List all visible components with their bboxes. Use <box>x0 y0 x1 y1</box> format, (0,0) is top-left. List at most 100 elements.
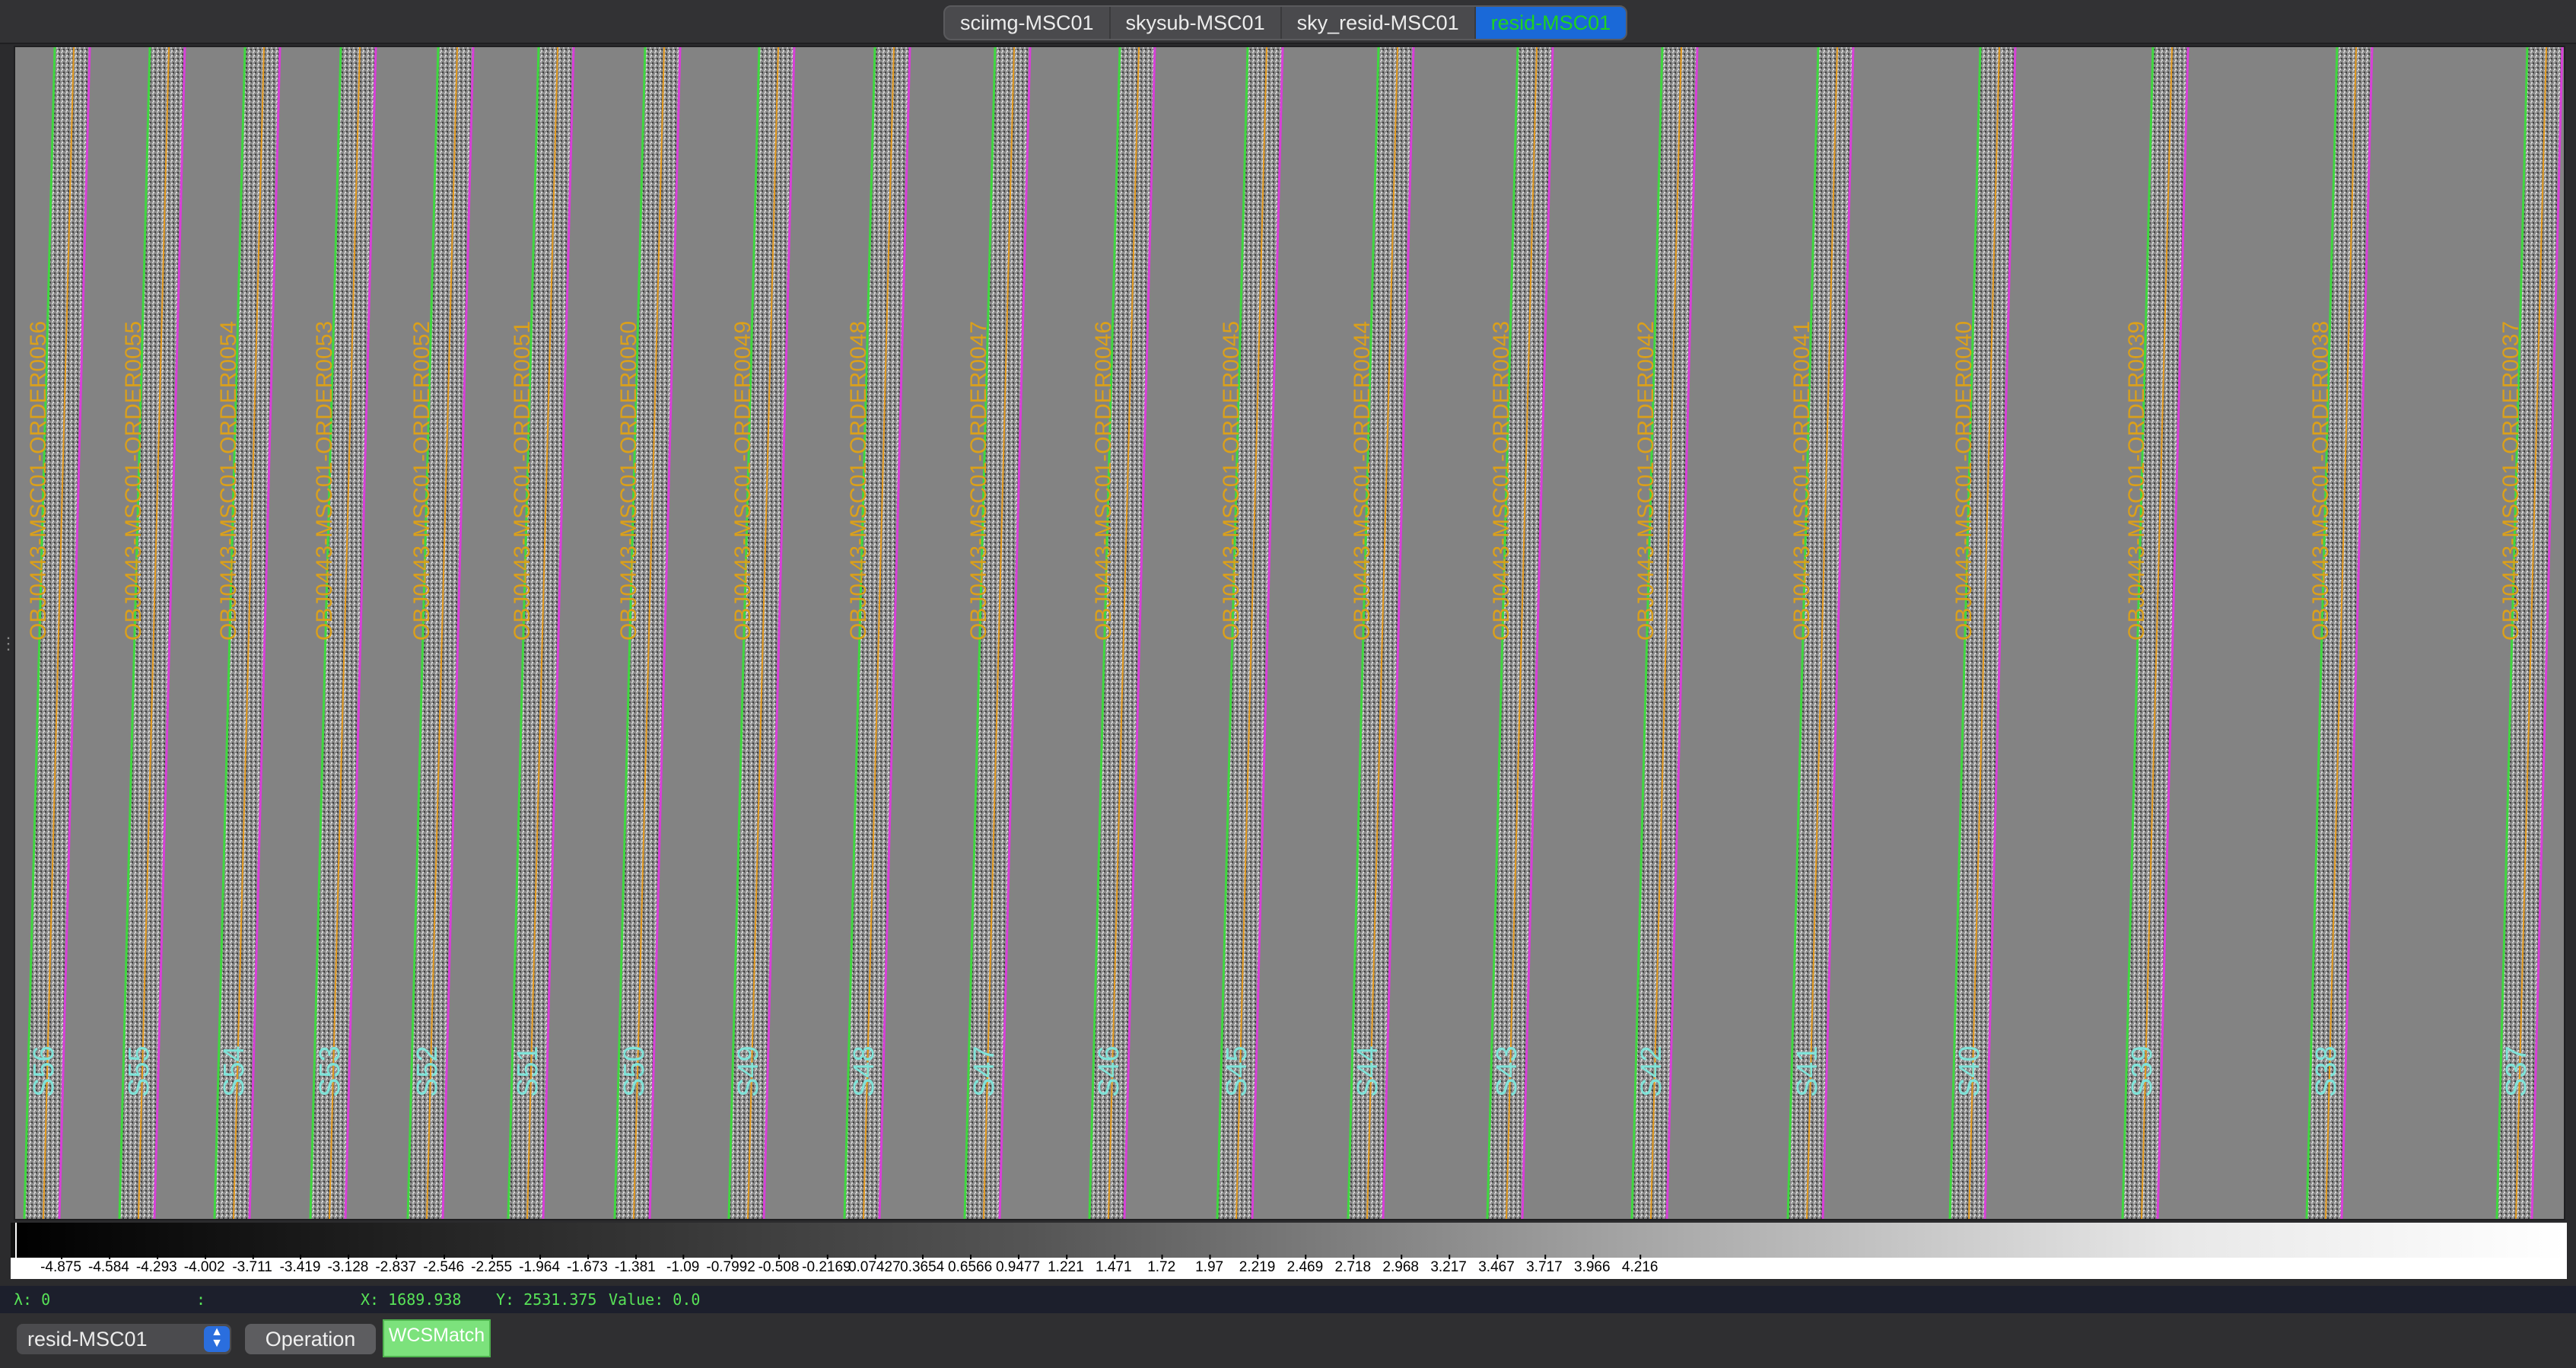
order-label: OBJ0443-MSC01-ORDER0054 <box>216 321 241 641</box>
slit-s41: OBJ0443-MSC01-ORDER0041 S41 <box>1786 47 1855 1219</box>
slit-label: S40 <box>1954 1045 1986 1097</box>
colorbar-tick-label: -2.546 <box>423 1255 464 1277</box>
image-viewer[interactable]: OBJ0443-MSC01-ORDER0056 S56 OBJ0443-MSC01-… <box>14 46 2565 1220</box>
colorbar-tick-label: 0.07427 <box>848 1255 901 1277</box>
frame-select[interactable]: resid-MSC01 ▲ ▼ <box>17 1324 231 1354</box>
slit-label: S54 <box>218 1045 250 1097</box>
order-label: OBJ0443-MSC01-ORDER0049 <box>730 321 755 641</box>
colorbar-tick-label: -4.875 <box>40 1255 81 1277</box>
colorbar-tick-label: -0.2169 <box>802 1255 851 1277</box>
status-lambda: λ: 0 <box>14 1290 51 1309</box>
slit-label: S48 <box>848 1045 880 1097</box>
colorbar-tick-label: 3.966 <box>1574 1255 1611 1277</box>
colorbar-tick-label: 1.471 <box>1096 1255 1132 1277</box>
order-label: OBJ0443-MSC01-ORDER0051 <box>510 321 535 641</box>
slit-s45: OBJ0443-MSC01-ORDER0045 S45 <box>1216 47 1284 1219</box>
slit-s40: OBJ0443-MSC01-ORDER0040 S40 <box>1948 47 2017 1219</box>
slit-s39: OBJ0443-MSC01-ORDER0039 S39 <box>2121 47 2190 1219</box>
tab-skysub[interactable]: skysub-MSC01 <box>1111 7 1282 39</box>
colorbar-tick-label: -4.002 <box>184 1255 225 1277</box>
order-label: OBJ0443-MSC01-ORDER0050 <box>616 321 641 641</box>
colorbar-tick-label: 1.221 <box>1048 1255 1084 1277</box>
colorbar-tick-label: -1.381 <box>615 1255 656 1277</box>
slit-label: S50 <box>619 1045 650 1097</box>
order-label: OBJ0443-MSC01-ORDER0048 <box>846 321 871 641</box>
slit-label: S41 <box>1792 1045 1824 1097</box>
slit-s37: OBJ0443-MSC01-ORDER0037 S37 <box>2495 47 2564 1219</box>
colorbar-cursor[interactable] <box>11 1223 17 1258</box>
status-y: Y: 2531.375 <box>496 1290 597 1309</box>
slit-label: S51 <box>512 1045 544 1097</box>
colorbar-tick-label: 1.97 <box>1195 1255 1223 1277</box>
order-label: OBJ0443-MSC01-ORDER0037 <box>2498 321 2524 641</box>
slit-s44: OBJ0443-MSC01-ORDER0044 S44 <box>1347 47 1415 1219</box>
colorbar-tick-label: -3.419 <box>280 1255 320 1277</box>
order-label: OBJ0443-MSC01-ORDER0040 <box>1951 321 1977 641</box>
colorbar-tick-label: -0.508 <box>758 1255 799 1277</box>
slit-s50: OBJ0443-MSC01-ORDER0050 S50 <box>613 47 682 1219</box>
colorbar-tick-label: -1.673 <box>567 1255 608 1277</box>
tab-resid[interactable]: resid-MSC01 <box>1475 7 1627 39</box>
colorbar-tick-label: 2.718 <box>1335 1255 1371 1277</box>
slit-label: S46 <box>1093 1045 1125 1097</box>
up-down-chevron-icon: ▲ ▼ <box>204 1326 230 1352</box>
frame-select-value: resid-MSC01 <box>27 1328 148 1351</box>
right-splitter-handle[interactable]: ⋮ <box>2570 635 2576 676</box>
slit-s43: OBJ0443-MSC01-ORDER0043 S43 <box>1486 47 1554 1219</box>
slit-s49: OBJ0443-MSC01-ORDER0049 S49 <box>727 47 796 1219</box>
colorbar-tick-label: 4.216 <box>1622 1255 1658 1277</box>
left-splitter-handle[interactable]: ⋮ <box>0 635 17 676</box>
order-label: OBJ0443-MSC01-ORDER0052 <box>409 321 434 641</box>
colorbar-tick-label: -2.837 <box>375 1255 416 1277</box>
order-label: OBJ0443-MSC01-ORDER0043 <box>1489 321 1514 641</box>
colorbar-tick-label: 2.219 <box>1239 1255 1275 1277</box>
order-label: OBJ0443-MSC01-ORDER0045 <box>1219 321 1244 641</box>
wcsmatch-button[interactable]: WCSMatch <box>383 1319 491 1357</box>
order-label: OBJ0443-MSC01-ORDER0055 <box>121 321 146 641</box>
colorbar-tick-label: -0.7992 <box>706 1255 755 1277</box>
colorbar-tick-label: 3.467 <box>1478 1255 1515 1277</box>
colorbar[interactable] <box>11 1223 2567 1258</box>
order-label: OBJ0443-MSC01-ORDER0053 <box>312 321 337 641</box>
order-label: OBJ0443-MSC01-ORDER0046 <box>1091 321 1116 641</box>
tab-sciimg[interactable]: sciimg-MSC01 <box>945 7 1111 39</box>
slit-s38: OBJ0443-MSC01-ORDER0038 S38 <box>2305 47 2374 1219</box>
slit-label: S53 <box>314 1045 346 1097</box>
order-label: OBJ0443-MSC01-ORDER0042 <box>1633 321 1658 641</box>
colorbar-tick-label: 0.3654 <box>900 1255 944 1277</box>
order-label: OBJ0443-MSC01-ORDER0047 <box>966 321 991 641</box>
status-line: λ: 0 : X: 1689.938 Y: 2531.375 Value: 0.… <box>0 1286 2576 1313</box>
slit-s52: OBJ0443-MSC01-ORDER0052 S52 <box>406 47 475 1219</box>
colorbar-tick-label: -3.711 <box>232 1255 272 1277</box>
colorbar-tick-label: 0.6566 <box>948 1255 992 1277</box>
tab-bar: sciimg-MSC01 skysub-MSC01 sky_resid-MSC0… <box>0 0 2576 44</box>
colorbar-tick-label: 1.72 <box>1147 1255 1175 1277</box>
colorbar-tick-label: -4.293 <box>136 1255 177 1277</box>
slit-s46: OBJ0443-MSC01-ORDER0046 S46 <box>1088 47 1156 1219</box>
colorbar-tick-label: 2.469 <box>1287 1255 1323 1277</box>
order-label: OBJ0443-MSC01-ORDER0056 <box>26 321 51 641</box>
slit-label: S38 <box>2310 1045 2342 1097</box>
slit-label: S39 <box>2126 1045 2158 1097</box>
slit-s48: OBJ0443-MSC01-ORDER0048 S48 <box>843 47 911 1219</box>
order-label: OBJ0443-MSC01-ORDER0039 <box>2124 321 2149 641</box>
order-label: OBJ0443-MSC01-ORDER0041 <box>1789 321 1814 641</box>
slit-label: S45 <box>1221 1045 1253 1097</box>
tab-sky-resid[interactable]: sky_resid-MSC01 <box>1282 7 1476 39</box>
slit-s51: OBJ0443-MSC01-ORDER0051 S51 <box>507 47 575 1219</box>
slit-label: S55 <box>123 1045 155 1097</box>
order-label: OBJ0443-MSC01-ORDER0038 <box>2308 321 2333 641</box>
colorbar-tick-label: 0.9477 <box>996 1255 1040 1277</box>
slit-s55: OBJ0443-MSC01-ORDER0055 S55 <box>118 47 186 1219</box>
slit-label: S44 <box>1352 1045 1384 1097</box>
frame-tabs: sciimg-MSC01 skysub-MSC01 sky_resid-MSC0… <box>943 5 1628 40</box>
operation-button[interactable]: Operation <box>245 1324 376 1354</box>
slit-s54: OBJ0443-MSC01-ORDER0054 S54 <box>213 47 281 1219</box>
status-x: X: 1689.938 <box>361 1290 462 1309</box>
slit-label: S37 <box>2501 1045 2533 1097</box>
bottom-toolbar: resid-MSC01 ▲ ▼ Operation WCSMatch <box>0 1313 2576 1368</box>
colorbar-tick-label: 3.717 <box>1526 1255 1563 1277</box>
slit-label: S49 <box>733 1045 765 1097</box>
colorbar-tick-label: 2.968 <box>1382 1255 1419 1277</box>
slit-s47: OBJ0443-MSC01-ORDER0047 S47 <box>963 47 1032 1219</box>
